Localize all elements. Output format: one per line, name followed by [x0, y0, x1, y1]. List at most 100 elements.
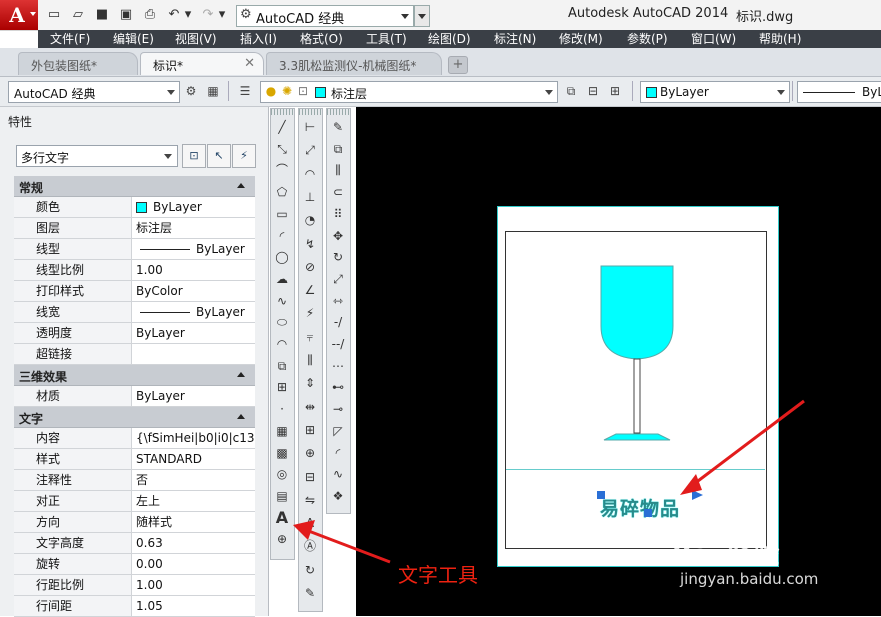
dim-text-edit-icon[interactable]: Ⓐ — [302, 538, 318, 554]
new-tab-button[interactable]: + — [448, 56, 468, 74]
hatch-icon[interactable]: ▦ — [274, 423, 290, 439]
ellipse-icon[interactable]: ⬭ — [274, 314, 290, 330]
redo-icon[interactable]: ↷ — [200, 7, 216, 23]
chamfer-icon[interactable]: ◸ — [330, 423, 346, 439]
property-row[interactable]: 超链接 — [14, 344, 255, 365]
jogged-linear-icon[interactable]: ⇋ — [302, 492, 318, 508]
arc-icon[interactable]: ◜ — [274, 228, 290, 244]
quick-select-button[interactable]: ⚡ — [232, 144, 256, 168]
scale-icon[interactable]: ⤢ — [330, 271, 346, 287]
property-row[interactable]: 旋转 0.00 — [14, 554, 255, 575]
object-type-combo[interactable]: 多行文字 — [16, 145, 178, 167]
blend-icon[interactable]: ∿ — [330, 466, 346, 482]
extend-icon[interactable]: --/ — [330, 336, 346, 352]
make-block-icon[interactable]: ⊞ — [274, 379, 290, 395]
workspace-switcher[interactable]: ⚙ AutoCAD 经典 — [236, 5, 414, 27]
toggle-pickadd-button[interactable]: ⊡ — [182, 144, 206, 168]
polyline-icon[interactable]: ⌒ — [274, 162, 290, 178]
open-file-icon[interactable]: ▱ — [70, 7, 86, 23]
menu-dimension[interactable]: 标注(N) — [494, 31, 536, 47]
toolbar-grip[interactable] — [271, 109, 294, 115]
workspace-combo[interactable]: AutoCAD 经典 — [8, 81, 180, 103]
property-row[interactable]: 行距比例 1.00 — [14, 575, 255, 596]
diameter-dim-icon[interactable]: ⊘ — [302, 259, 318, 275]
property-row[interactable]: 样式 STANDARD — [14, 449, 255, 470]
revision-cloud-icon[interactable]: ☁ — [274, 271, 290, 287]
mtext-icon[interactable]: A — [274, 509, 290, 526]
aligned-dim-icon[interactable]: ⤢ — [302, 142, 318, 158]
property-row[interactable]: 线宽 ByLayer — [14, 302, 255, 323]
select-objects-button[interactable]: ↖ — [207, 144, 231, 168]
application-menu-button[interactable]: A — [0, 0, 38, 30]
property-row[interactable]: 打印样式 ByColor — [14, 281, 255, 302]
line-icon[interactable]: ╱ — [274, 119, 290, 135]
quick-access-customize-button[interactable] — [414, 5, 430, 27]
section-3d-effects[interactable]: 三维效果 — [14, 365, 255, 386]
table-icon[interactable]: ▤ — [274, 488, 290, 504]
polygon-icon[interactable]: ⬠ — [274, 184, 290, 200]
property-row[interactable]: 图层 标注层 — [14, 218, 255, 239]
inspection-icon[interactable]: ⊟ — [302, 469, 318, 485]
property-row[interactable]: 线型比例 1.00 — [14, 260, 255, 281]
add-selected-icon[interactable]: ⊕ — [274, 531, 290, 547]
quick-dim-icon[interactable]: ⚡ — [302, 305, 318, 321]
construction-line-icon[interactable]: ⤡ — [274, 141, 290, 157]
layer-properties-icon[interactable]: ☰ — [236, 82, 254, 100]
copy-icon[interactable]: ⧉ — [330, 141, 346, 157]
close-icon[interactable]: ✕ — [244, 56, 255, 71]
property-row[interactable]: 材质 ByLayer — [14, 386, 255, 407]
circle-icon[interactable]: ◯ — [274, 249, 290, 265]
menu-format[interactable]: 格式(O) — [300, 31, 343, 47]
save-as-icon[interactable]: ▣ — [118, 7, 134, 23]
tolerance-icon[interactable]: ⊞ — [302, 422, 318, 438]
insert-block-icon[interactable]: ⧉ — [274, 358, 290, 374]
dim-edit-icon[interactable]: A — [302, 515, 318, 531]
linetype-combo[interactable]: ByL — [797, 81, 881, 103]
angular-dim-icon[interactable]: ∠ — [302, 282, 318, 298]
property-row[interactable]: 文字高度 0.63 — [14, 533, 255, 554]
toolbar-grip[interactable] — [327, 109, 350, 115]
center-mark-icon[interactable]: ⊕ — [302, 445, 318, 461]
property-row[interactable]: 行间距 1.05 — [14, 596, 255, 617]
menu-edit[interactable]: 编辑(E) — [113, 31, 154, 47]
trim-icon[interactable]: -/ — [330, 314, 346, 330]
section-general[interactable]: 常规 — [14, 176, 255, 197]
property-row[interactable]: 方向 随样式 — [14, 512, 255, 533]
workspace-settings-icon[interactable]: ⚙ — [182, 82, 200, 100]
print-icon[interactable]: ⎙ — [142, 7, 158, 23]
property-row[interactable]: 内容 {\fSimHei|b0|i0|c13... — [14, 428, 255, 449]
color-combo[interactable]: ByLayer — [640, 81, 790, 103]
ordinate-dim-icon[interactable]: ⊥ — [302, 189, 318, 205]
undo-icon[interactable]: ↶ — [166, 7, 182, 23]
continue-dim-icon[interactable]: ⫼ — [302, 352, 318, 368]
section-text[interactable]: 文字 — [14, 407, 255, 428]
point-icon[interactable]: · — [274, 401, 290, 417]
arc-length-icon[interactable]: ◠ — [302, 166, 318, 182]
make-layer-current-icon[interactable]: ⧉ — [562, 82, 580, 100]
menu-modify[interactable]: 修改(M) — [559, 31, 603, 47]
rotate-icon[interactable]: ↻ — [330, 249, 346, 265]
grip-handle[interactable] — [644, 509, 652, 517]
redo-dropdown-icon[interactable]: ▾ — [218, 7, 226, 23]
menu-draw[interactable]: 绘图(D) — [428, 31, 471, 47]
menu-insert[interactable]: 插入(I) — [240, 31, 277, 47]
gradient-icon[interactable]: ▩ — [274, 445, 290, 461]
tab-outer-package[interactable]: 外包装图纸* — [18, 52, 138, 75]
undo-dropdown-icon[interactable]: ▾ — [184, 7, 192, 23]
fillet-icon[interactable]: ◜ — [330, 445, 346, 461]
property-row[interactable]: 线型 ByLayer — [14, 239, 255, 260]
break-icon[interactable]: ⊷ — [330, 379, 346, 395]
menu-tools[interactable]: 工具(T) — [366, 31, 407, 47]
stretch-icon[interactable]: ⇿ — [330, 293, 346, 309]
toolbar-grip[interactable] — [299, 109, 322, 115]
menu-parametric[interactable]: 参数(P) — [627, 31, 668, 47]
linear-dim-icon[interactable]: ⊢ — [302, 119, 318, 135]
ellipse-arc-icon[interactable]: ◠ — [274, 336, 290, 352]
dim-style-icon[interactable]: ✎ — [302, 585, 318, 601]
workspace-save-icon[interactable]: ▦ — [204, 82, 222, 100]
property-row[interactable]: 对正 左上 — [14, 491, 255, 512]
array-icon[interactable]: ⠿ — [330, 206, 346, 222]
explode-icon[interactable]: ❖ — [330, 488, 346, 504]
property-row[interactable]: 透明度 ByLayer — [14, 323, 255, 344]
erase-icon[interactable]: ✎ — [330, 119, 346, 135]
